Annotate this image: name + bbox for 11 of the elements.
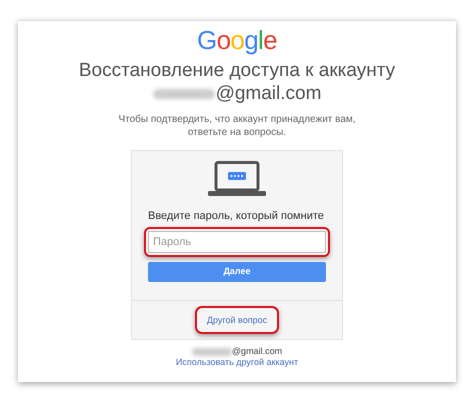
- other-question-link[interactable]: Другой вопрос: [198, 309, 276, 331]
- switch-account-link[interactable]: Использовать другой аккаунт: [176, 357, 298, 368]
- password-prompt: Введите пароль, который помните: [148, 209, 324, 223]
- account-email: @gmail.com: [216, 82, 322, 106]
- page-title: Восстановление доступа к аккаунту: [78, 60, 396, 82]
- laptop-icon: [208, 161, 266, 197]
- password-field[interactable]: Пароль: [148, 231, 326, 253]
- instructions-text: Чтобы подтвердить, что аккаунт принадлежит вам, ответьте на вопросы.: [118, 113, 356, 139]
- next-button[interactable]: Далее: [148, 262, 326, 282]
- account-email: @gmail.com: [232, 346, 282, 357]
- google-logo: Google: [197, 25, 277, 55]
